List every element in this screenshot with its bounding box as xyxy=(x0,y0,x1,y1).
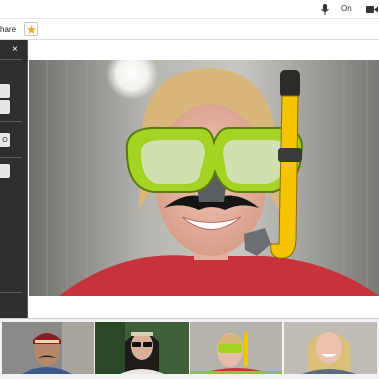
participant-thumbnail-4[interactable] xyxy=(284,322,377,374)
share-button-label[interactable]: hare xyxy=(0,25,16,34)
effects-icon xyxy=(26,24,36,34)
active-speaker-indicator xyxy=(190,371,282,374)
participant-thumbnail-2[interactable] xyxy=(95,322,189,374)
main-video xyxy=(29,60,379,296)
effects-side-panel: × O xyxy=(0,40,28,320)
panel-control-3[interactable]: O xyxy=(0,133,10,147)
participant-video-2 xyxy=(95,322,189,374)
top-bar: On xyxy=(0,0,379,19)
panel-divider xyxy=(0,292,22,293)
close-icon[interactable]: × xyxy=(12,45,18,55)
participant-video-3 xyxy=(190,322,282,374)
participant-thumbnail-1[interactable] xyxy=(2,322,94,374)
panel-divider xyxy=(0,157,22,158)
snorkel-clip xyxy=(278,148,302,162)
panel-control-1[interactable] xyxy=(0,84,10,98)
participant-video-1 xyxy=(2,322,94,374)
panel-divider xyxy=(0,121,22,122)
panel-control-4[interactable] xyxy=(0,164,10,178)
participant-strip xyxy=(0,318,379,379)
microphone-icon[interactable] xyxy=(320,4,330,15)
participant-thumbnail-3[interactable] xyxy=(190,322,282,374)
snorkel-mouthpiece-top xyxy=(280,70,300,98)
panel-divider xyxy=(0,59,22,60)
main-video-frame xyxy=(29,60,379,296)
mic-status-label[interactable]: On xyxy=(341,4,352,13)
participant-video-4 xyxy=(284,322,377,374)
mask-lens-right xyxy=(223,140,290,184)
effects-button[interactable] xyxy=(24,22,38,36)
toolbar: hare xyxy=(0,19,379,40)
video-camera-icon[interactable] xyxy=(366,5,378,14)
panel-control-2[interactable] xyxy=(0,100,10,114)
mask-lens-left xyxy=(141,140,205,184)
